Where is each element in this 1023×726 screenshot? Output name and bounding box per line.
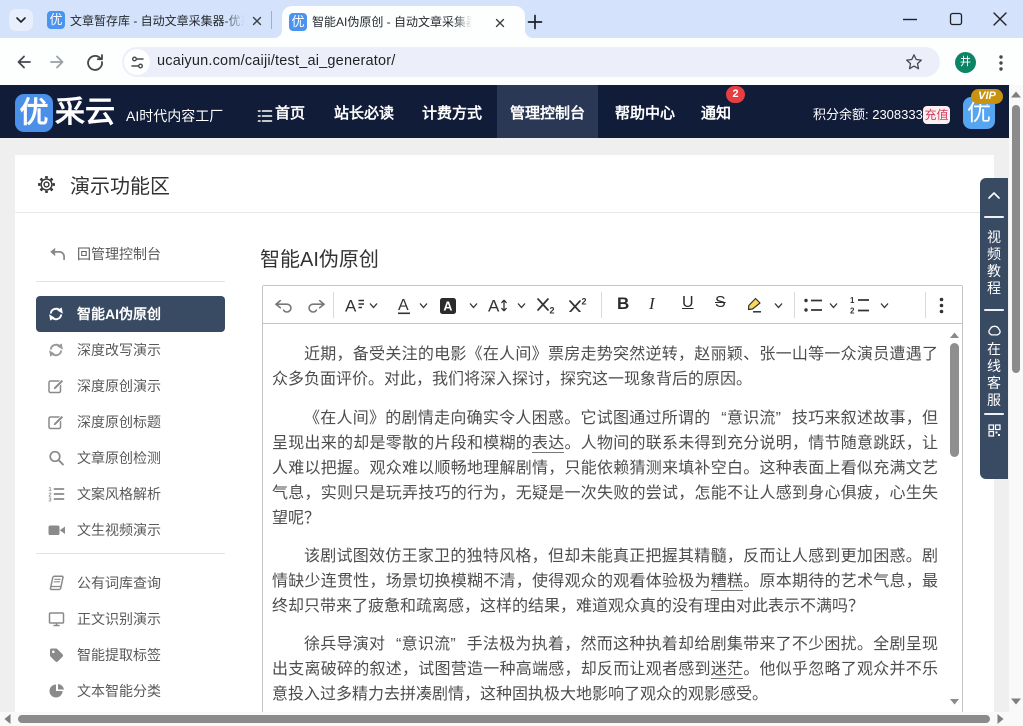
svg-text:A: A [345,297,357,314]
svg-text:A: A [488,297,500,314]
svg-text:A: A [398,297,409,314]
svg-text:1: 1 [850,296,855,305]
svg-text:3: 3 [49,498,52,503]
svg-text:2: 2 [850,307,855,315]
svg-text:2: 2 [550,306,555,315]
svg-text:A: A [443,300,452,314]
svg-text:2: 2 [582,297,587,307]
